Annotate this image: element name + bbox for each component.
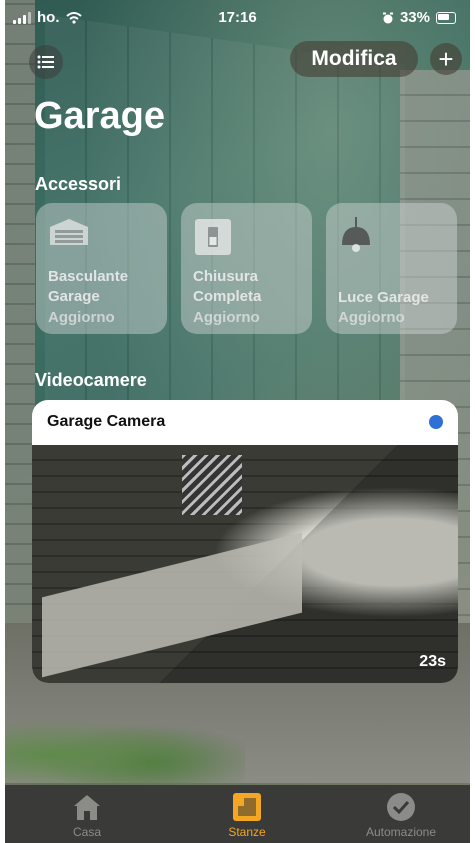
camera-name: Garage Camera [47,413,166,430]
garage-door-icon [48,217,90,252]
add-button[interactable]: + [430,43,462,75]
battery-icon [436,11,456,24]
tab-automazione[interactable]: Automazione [341,791,461,839]
alarm-icon [382,12,393,23]
accessory-tile-luce-garage[interactable]: Luce Garage Aggiorno [326,203,457,334]
clock-check-icon [341,791,461,823]
status-bar: ho. 17:16 33% [5,0,470,34]
camera-timer: 23s [419,653,446,670]
tab-label: Automazione [365,825,437,839]
menu-button[interactable] [29,45,63,79]
accessory-name: Chiusura Completa [193,268,262,305]
rooms-icon [187,791,307,823]
tab-label: Casa [72,825,101,839]
accessory-name: Basculante Garage [48,268,129,305]
switch-icon [193,217,233,262]
camera-card[interactable]: Garage Camera 23s [32,400,458,683]
accessory-tile-chiusura-completa[interactable]: Chiusura Completa Aggiorno [181,203,312,334]
accessory-name: Luce Garage [338,289,429,306]
cameras-section-title: Videocamere [35,370,147,390]
tab-casa[interactable]: Casa [27,791,147,839]
accessory-state: Aggiorno [48,309,115,326]
accessory-state: Aggiorno [338,309,405,326]
list-icon [37,55,54,69]
tab-label: Stanze [228,825,266,839]
background-plants [5,713,245,783]
battery-percentage: 33% [399,9,430,26]
pendant-lamp-icon [338,217,374,262]
edit-button[interactable]: Modifica [290,41,418,77]
accessory-tile-basculante-garage[interactable]: Basculante Garage Aggiorno [36,203,167,334]
tab-stanze[interactable]: Stanze [187,791,307,839]
accessory-state: Aggiorno [193,309,260,326]
home-app-screen: ho. 17:16 33% Modifica + Garage Accessor… [5,0,470,843]
tab-bar: Casa Stanze Automazione [5,785,470,843]
camera-feed-window [182,455,242,515]
camera-feed[interactable]: 23s [32,445,458,683]
camera-feed-shelf [42,532,302,678]
accessories-section-title: Accessori [35,174,122,194]
house-icon [27,791,147,823]
camera-status-dot [429,415,443,429]
page-title: Garage [34,95,165,137]
